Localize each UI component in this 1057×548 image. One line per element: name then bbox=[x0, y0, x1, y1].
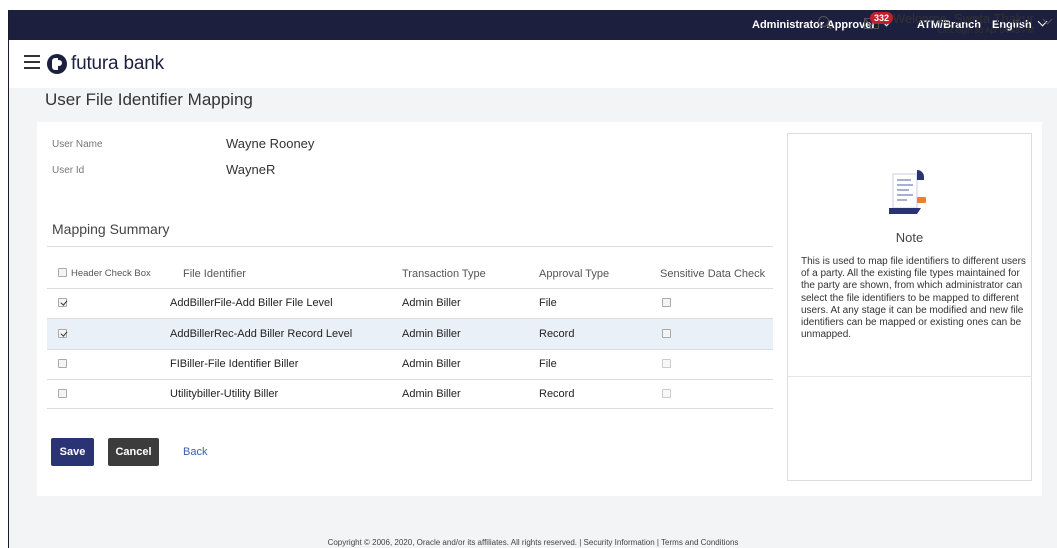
divider bbox=[788, 376, 1031, 377]
page-title: User File Identifier Mapping bbox=[45, 90, 253, 109]
mapping-summary-title: Mapping Summary bbox=[52, 221, 170, 237]
table-row[interactable]: FIBiller-File Identifier Biller Admin Bi… bbox=[47, 349, 773, 379]
transaction-type: Admin Biller bbox=[402, 358, 461, 370]
file-identifier: FIBiller-File Identifier Biller bbox=[170, 358, 299, 370]
save-button[interactable]: Save bbox=[51, 438, 94, 466]
sensitive-checkbox[interactable] bbox=[662, 329, 671, 338]
futura-bank-logo-icon bbox=[47, 54, 67, 74]
row-checkbox[interactable] bbox=[58, 298, 67, 307]
header: futura bank bbox=[9, 40, 1057, 88]
table-row[interactable]: Utilitybiller-Utility Biller Admin Bille… bbox=[47, 379, 773, 409]
file-identifier: AddBillerRec-Add Biller Record Level bbox=[170, 328, 353, 340]
divider bbox=[47, 408, 773, 409]
last-login-text: Last login 30 Apr 04:45 PM bbox=[937, 26, 1034, 35]
sensitive-checkbox[interactable] bbox=[662, 389, 671, 398]
welcome-text: Welcome, Sweta Thakur bbox=[892, 11, 1034, 26]
role-label: Administrator Approver bbox=[752, 19, 876, 31]
column-header: Approval Type bbox=[539, 268, 610, 280]
column-header: Transaction Type bbox=[402, 268, 486, 280]
column-header: File Identifier bbox=[183, 268, 246, 280]
cancel-button[interactable]: Cancel bbox=[108, 438, 159, 466]
back-link[interactable]: Back bbox=[183, 446, 207, 458]
file-identifier: AddBillerFile-Add Biller File Level bbox=[170, 297, 333, 309]
user-menu[interactable]: Welcome, Sweta Thakur Last login 30 Apr … bbox=[893, 11, 1034, 35]
approval-type: File bbox=[539, 358, 557, 370]
transaction-type: Admin Biller bbox=[402, 388, 461, 400]
brand-name: futura bank bbox=[71, 53, 164, 74]
sensitive-checkbox[interactable] bbox=[662, 359, 671, 368]
approval-type: File bbox=[539, 297, 557, 309]
menu-icon[interactable] bbox=[24, 55, 40, 69]
file-identifier: Utilitybiller-Utility Biller bbox=[170, 388, 279, 400]
transaction-type: Admin Biller bbox=[402, 297, 461, 309]
sensitive-checkbox[interactable] bbox=[662, 298, 671, 307]
divider bbox=[47, 246, 773, 247]
approval-type: Record bbox=[539, 328, 575, 340]
notification-badge[interactable]: 332 bbox=[870, 12, 894, 24]
table-row[interactable]: AddBillerFile-Add Biller File Level Admi… bbox=[47, 288, 773, 318]
table-row[interactable]: AddBillerRec-Add Biller Record Level Adm… bbox=[47, 319, 773, 349]
note-document-icon bbox=[889, 170, 926, 214]
column-header: Header Check Box bbox=[71, 268, 151, 279]
row-checkbox[interactable] bbox=[58, 359, 67, 368]
footer: Copyright © 2006, 2020, Oracle and/or it… bbox=[9, 537, 1057, 548]
approval-type: Record bbox=[539, 388, 575, 400]
transaction-type: Admin Biller bbox=[402, 328, 461, 340]
row-checkbox[interactable] bbox=[58, 389, 67, 398]
user-id-label: User Id bbox=[52, 165, 85, 176]
note-text: This is used to map file identifiers to … bbox=[801, 256, 1026, 341]
note-title: Note bbox=[895, 230, 924, 245]
column-header: Sensitive Data Check bbox=[660, 268, 766, 280]
user-id-value: WayneR bbox=[226, 162, 276, 177]
header-checkbox[interactable] bbox=[58, 268, 67, 277]
user-name-value: Wayne Rooney bbox=[226, 136, 315, 151]
search-icon[interactable] bbox=[818, 16, 829, 27]
row-checkbox[interactable] bbox=[58, 329, 67, 338]
logo[interactable]: futura bank bbox=[47, 52, 164, 76]
user-name-label: User Name bbox=[52, 139, 103, 150]
